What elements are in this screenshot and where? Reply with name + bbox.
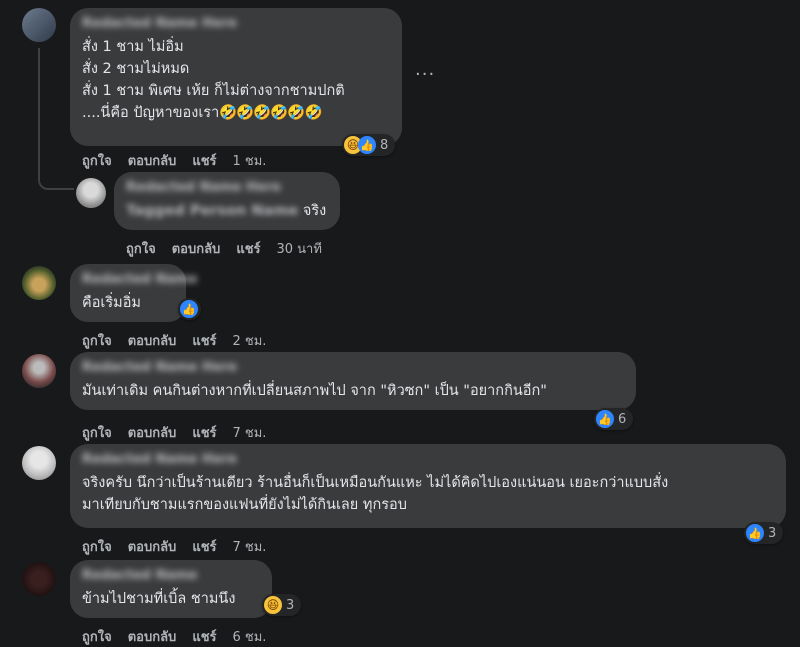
reaction-summary[interactable]: 👍 3: [744, 522, 784, 544]
like-icon: 👍: [746, 524, 764, 542]
thread-line: [38, 48, 74, 190]
reaction-count: 3: [768, 525, 777, 541]
commenter-name-blurred[interactable]: Redacted Name Here: [126, 180, 328, 196]
commenter-name-blurred[interactable]: Redacted Name Here: [82, 360, 624, 376]
timestamp[interactable]: 2 ชม.: [233, 330, 267, 351]
timestamp[interactable]: 7 ชม.: [233, 422, 267, 443]
emoji-strip: 🤣🤣🤣🤣🤣🤣: [219, 105, 322, 121]
timestamp[interactable]: 6 ชม.: [233, 626, 267, 647]
timestamp[interactable]: 30 นาที: [277, 238, 322, 259]
avatar[interactable]: [22, 446, 56, 480]
reaction-count: 8: [380, 137, 389, 153]
reply-button[interactable]: ตอบกลับ: [172, 238, 221, 259]
like-button[interactable]: ถูกใจ: [82, 330, 112, 351]
comment-actions: ถูกใจ ตอบกลับ แชร์ 7 ชม.: [82, 422, 266, 443]
share-button[interactable]: แชร์: [192, 626, 216, 647]
share-button[interactable]: แชร์: [236, 238, 260, 259]
comment-text: Tagged Person Name จริง: [126, 203, 327, 219]
comment-actions: ถูกใจ ตอบกลับ แชร์ 7 ชม.: [82, 536, 266, 557]
commenter-name-blurred[interactable]: Redacted Name Here: [82, 16, 390, 32]
avatar[interactable]: [22, 266, 56, 300]
reaction-summary[interactable]: 😆 3: [262, 594, 302, 616]
more-options-icon[interactable]: ···: [415, 64, 435, 85]
timestamp[interactable]: 1 ชม.: [233, 150, 267, 171]
comment-text: คือเริ่มอิ่ม: [82, 295, 141, 311]
comment-bubble: Redacted Name Here Tagged Person Name จร…: [114, 172, 340, 230]
comment-text: มันเท่าเดิม คนกินต่างหากที่เปลี่ยนสภาพไป…: [82, 383, 547, 399]
reply-button[interactable]: ตอบกลับ: [128, 330, 177, 351]
share-button[interactable]: แชร์: [192, 330, 216, 351]
avatar[interactable]: [22, 8, 56, 42]
like-icon: 👍: [180, 300, 198, 318]
like-button[interactable]: ถูกใจ: [82, 536, 112, 557]
comment-bubble: Redacted Name ข้ามไปชามที่เบิ้ล ชามนึง: [70, 560, 272, 618]
like-icon: 👍: [596, 410, 614, 428]
like-icon: 👍: [358, 136, 376, 154]
reaction-count: 3: [286, 597, 295, 613]
avatar[interactable]: [22, 354, 56, 388]
comment-bubble: Redacted Name Here จริงครับ นึกว่าเป็นร้…: [70, 444, 786, 528]
reaction-count: 6: [618, 411, 627, 427]
comment-actions: ถูกใจ ตอบกลับ แชร์ 2 ชม.: [82, 330, 266, 351]
share-button[interactable]: แชร์: [192, 422, 216, 443]
comment-text: ข้ามไปชามที่เบิ้ล ชามนึง: [82, 591, 236, 607]
avatar[interactable]: [76, 178, 106, 208]
comment-actions: ถูกใจ ตอบกลับ แชร์ 1 ชม.: [82, 150, 266, 171]
comment-bubble: Redacted Name Here สั่ง 1 ชาม ไม่อิ่ม สั…: [70, 8, 402, 146]
comment-text: จริงครับ นึกว่าเป็นร้านเดียว ร้านอื่นก็เ…: [82, 475, 669, 513]
commenter-name-blurred[interactable]: Redacted Name: [82, 272, 198, 288]
comment-bubble: Redacted Name Here มันเท่าเดิม คนกินต่าง…: [70, 352, 636, 410]
reply-button[interactable]: ตอบกลับ: [128, 150, 177, 171]
reply-button[interactable]: ตอบกลับ: [128, 536, 177, 557]
reply-button[interactable]: ตอบกลับ: [128, 422, 177, 443]
avatar[interactable]: [22, 562, 56, 596]
like-button[interactable]: ถูกใจ: [126, 238, 156, 259]
like-button[interactable]: ถูกใจ: [82, 626, 112, 647]
comment-actions: ถูกใจ ตอบกลับ แชร์ 6 ชม.: [82, 626, 266, 647]
reaction-summary[interactable]: 👍 6: [594, 408, 634, 430]
haha-icon: 😆: [264, 596, 282, 614]
tagged-name-blurred[interactable]: Tagged Person Name: [126, 203, 298, 219]
commenter-name-blurred[interactable]: Redacted Name Here: [82, 452, 774, 468]
reply-button[interactable]: ตอบกลับ: [128, 626, 177, 647]
commenter-name-blurred[interactable]: Redacted Name: [82, 568, 260, 584]
comment-actions: ถูกใจ ตอบกลับ แชร์ 30 นาที: [126, 238, 322, 259]
like-button[interactable]: ถูกใจ: [82, 422, 112, 443]
share-button[interactable]: แชร์: [192, 536, 216, 557]
share-button[interactable]: แชร์: [192, 150, 216, 171]
comment-bubble: Redacted Name คือเริ่มอิ่ม: [70, 264, 198, 322]
reaction-summary[interactable]: 😆 👍 8: [342, 134, 396, 156]
timestamp[interactable]: 7 ชม.: [233, 536, 267, 557]
reaction-summary[interactable]: 👍: [178, 298, 201, 320]
like-button[interactable]: ถูกใจ: [82, 150, 112, 171]
comment-text: สั่ง 1 ชาม ไม่อิ่ม สั่ง 2 ชามไม่หมด สั่ง…: [82, 39, 345, 121]
